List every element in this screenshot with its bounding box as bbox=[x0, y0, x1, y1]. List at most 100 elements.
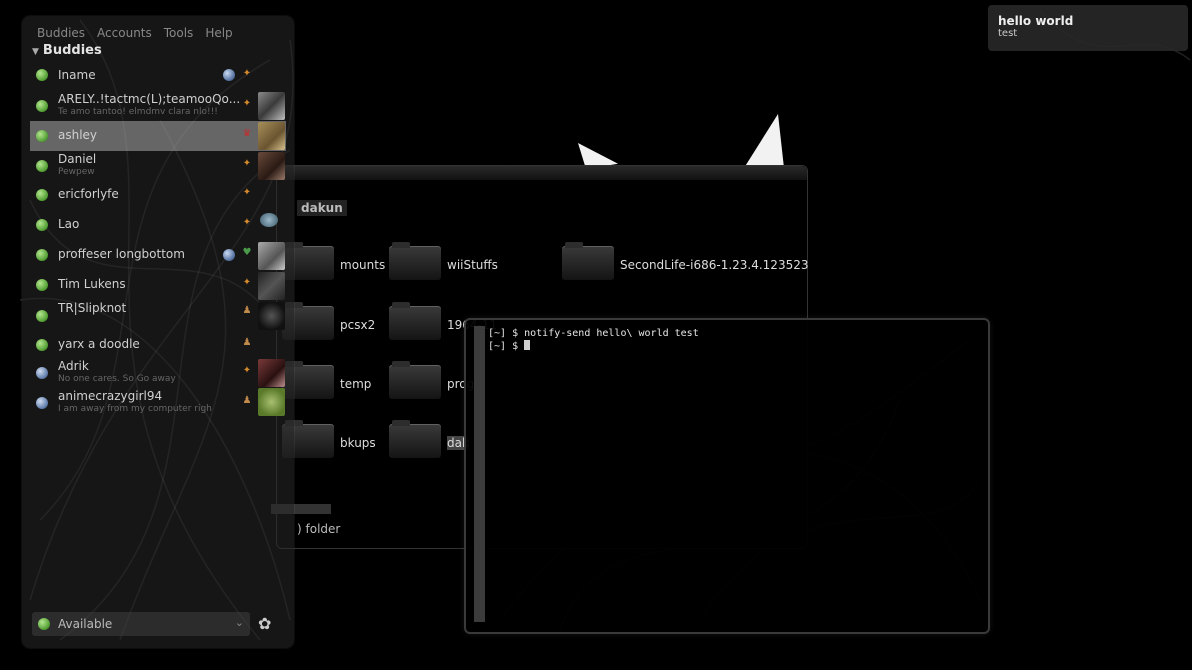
buddy-name: TR|Slipknot bbox=[58, 301, 127, 315]
buddy-status-message: No one cares. So Go away bbox=[58, 374, 176, 384]
status-selector[interactable]: Available ⌄ bbox=[32, 612, 250, 636]
avatar bbox=[258, 92, 285, 120]
terminal-window[interactable]: [~] $ notify-send hello\ world test [~] … bbox=[464, 318, 990, 634]
folder-icon bbox=[389, 242, 441, 280]
menu-accounts[interactable]: Accounts bbox=[97, 26, 152, 44]
terminal-prompt-line[interactable]: [~] $ bbox=[488, 340, 531, 352]
available-status-icon bbox=[36, 219, 48, 231]
butterfly-icon: ✦ bbox=[242, 68, 252, 79]
buddy-row-selected[interactable]: ashley ♛ bbox=[30, 121, 286, 151]
pidgin-icon[interactable]: ✿ bbox=[258, 614, 278, 634]
buddy-name: proffeser longbottom bbox=[58, 247, 185, 261]
available-status-icon bbox=[36, 279, 48, 291]
globe-icon bbox=[223, 249, 235, 261]
menubar: Buddies Accounts Tools Help bbox=[22, 26, 294, 44]
avatar bbox=[258, 122, 285, 150]
buddy-row[interactable]: proffeser longbottom ♥ bbox=[30, 241, 286, 271]
butterfly-icon: ✦ bbox=[242, 187, 252, 198]
buddy-name: Daniel bbox=[58, 152, 97, 166]
avatar bbox=[258, 272, 285, 300]
buddy-row[interactable]: Tim Lukens ✦ bbox=[30, 271, 286, 301]
buddy-row[interactable]: TR|Slipknot ♟ bbox=[30, 301, 286, 331]
avatar bbox=[258, 242, 285, 270]
path-button-dakun[interactable]: dakun bbox=[297, 200, 347, 216]
buddy-row[interactable]: Adrik No one cares. So Go away ✦ bbox=[30, 358, 286, 388]
menu-buddies[interactable]: Buddies bbox=[37, 26, 85, 44]
available-status-icon bbox=[36, 100, 48, 112]
butterfly-icon: ✦ bbox=[242, 365, 252, 376]
protocol-icon: ♛ bbox=[242, 128, 252, 139]
terminal-prompt: [~] $ bbox=[488, 341, 525, 352]
folder-icon bbox=[389, 361, 441, 399]
available-status-icon bbox=[38, 618, 50, 630]
available-status-icon bbox=[36, 310, 48, 322]
status-text: ) folder bbox=[297, 522, 341, 536]
file-manager-titlebar[interactable] bbox=[277, 166, 807, 180]
folder-name: bkups bbox=[340, 436, 376, 450]
buddy-list-window[interactable]: Buddies Accounts Tools Help ▼ Buddies Ina… bbox=[22, 16, 294, 648]
butterfly-icon: ✦ bbox=[242, 158, 252, 169]
buddy-row[interactable]: animecrazygirl94 I am away from my compu… bbox=[30, 388, 286, 418]
buddy-status-message: I am away from my computer righ bbox=[58, 404, 212, 414]
buddy-name: ashley bbox=[58, 128, 98, 142]
notification-title: hello world bbox=[998, 14, 1074, 28]
buddy-row[interactable]: yarx a doodle ♟ bbox=[30, 331, 286, 361]
buddy-row[interactable]: ARELY..!tactmc(L);teamooQo... Te amo tan… bbox=[30, 91, 286, 121]
buddy-name: yarx a doodle bbox=[58, 337, 140, 351]
protocol-icon: ♥ bbox=[242, 247, 252, 258]
available-status-icon bbox=[36, 189, 48, 201]
buddy-name: Lao bbox=[58, 217, 80, 231]
person-icon: ♟ bbox=[242, 305, 252, 316]
collapse-triangle-icon: ▼ bbox=[32, 47, 39, 57]
butterfly-icon: ✦ bbox=[242, 277, 252, 288]
buddy-name: ericforlyfe bbox=[58, 187, 119, 201]
avatar bbox=[258, 388, 285, 416]
buddy-name: Adrik bbox=[58, 359, 89, 373]
folder-name: SecondLife-i686-1.23.4.123523 bbox=[620, 258, 809, 272]
folder-item[interactable]: wiiStuffs bbox=[389, 242, 589, 286]
globe-icon bbox=[223, 69, 235, 81]
menu-tools[interactable]: Tools bbox=[164, 26, 194, 44]
butterfly-icon: ✦ bbox=[242, 98, 252, 109]
buddy-name: ARELY..!tactmc(L);teamooQo... bbox=[58, 92, 241, 106]
person-icon: ♟ bbox=[242, 337, 252, 348]
avatar bbox=[258, 302, 285, 330]
status-selector-label: Available bbox=[58, 617, 113, 631]
folder-icon bbox=[389, 302, 441, 340]
terminal-scrollbar[interactable] bbox=[474, 326, 485, 622]
folder-item[interactable]: SecondLife-i686-1.23.4.123523 bbox=[562, 242, 808, 286]
buddy-row[interactable]: Lao ✦ bbox=[30, 211, 286, 241]
buddy-row[interactable]: ericforlyfe ✦ bbox=[30, 181, 286, 211]
available-status-icon bbox=[36, 249, 48, 261]
away-status-icon bbox=[36, 367, 48, 379]
terminal-line: [~] $ notify-send hello\ world test bbox=[488, 328, 699, 339]
buddy-row[interactable]: Iname ✦ bbox=[30, 61, 286, 91]
buddy-name: animecrazygirl94 bbox=[58, 389, 163, 403]
buddies-group-header[interactable]: ▼ Buddies bbox=[32, 43, 102, 58]
notification-bubble[interactable]: hello world test bbox=[988, 5, 1188, 51]
away-status-icon bbox=[36, 397, 48, 409]
folder-name: mounts bbox=[340, 258, 386, 272]
buddy-name: Tim Lukens bbox=[58, 277, 126, 291]
buddy-status-message: Pewpew bbox=[58, 167, 95, 177]
folder-icon bbox=[562, 242, 614, 280]
chat-bubble-icon bbox=[260, 213, 278, 227]
buddy-row[interactable]: Daniel Pewpew ✦ bbox=[30, 151, 286, 181]
available-status-icon bbox=[36, 160, 48, 172]
menu-help[interactable]: Help bbox=[205, 26, 232, 44]
chevron-down-icon: ⌄ bbox=[234, 616, 244, 629]
terminal-cursor bbox=[524, 340, 531, 350]
folder-name: pcsx2 bbox=[340, 318, 376, 332]
avatar bbox=[258, 152, 285, 180]
folder-name: wiiStuffs bbox=[447, 258, 498, 272]
butterfly-icon: ✦ bbox=[242, 217, 252, 228]
folder-icon bbox=[389, 420, 441, 458]
cat-ear-right bbox=[744, 114, 784, 168]
group-label: Buddies bbox=[42, 43, 102, 58]
folder-name: temp bbox=[340, 377, 372, 391]
available-status-icon bbox=[36, 69, 48, 81]
person-icon: ♟ bbox=[242, 395, 252, 406]
available-status-icon bbox=[36, 130, 48, 142]
buddy-status-message: Te amo tantoo! elmdmv clara nlo!!! bbox=[58, 107, 218, 117]
available-status-icon bbox=[36, 339, 48, 351]
